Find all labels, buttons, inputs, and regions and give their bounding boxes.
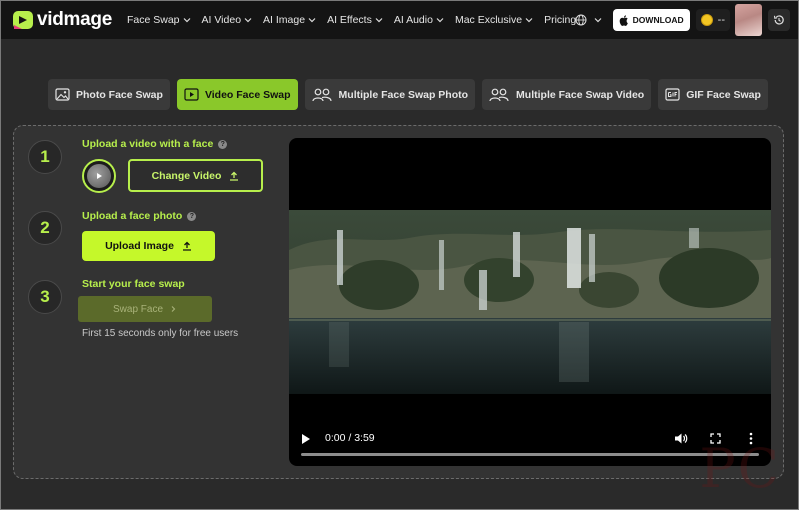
- mode-tabs: Photo Face Swap Video Face Swap Multiple…: [48, 79, 775, 110]
- logo[interactable]: vidmage: [12, 9, 118, 31]
- tab-photo-face-swap[interactable]: Photo Face Swap: [48, 79, 170, 110]
- play-icon[interactable]: [301, 433, 311, 445]
- thumbnail-image: [87, 164, 111, 188]
- upload-icon: [182, 241, 191, 251]
- swap-face-button[interactable]: Swap Face: [78, 296, 212, 322]
- download-label: DOWNLOAD: [632, 15, 684, 25]
- chevron-down-icon: [183, 18, 190, 23]
- credits-value: --: [717, 14, 725, 26]
- coin-icon: [700, 14, 713, 26]
- video-frame: [289, 210, 771, 394]
- step-1-title: Upload a video with a face ?: [82, 138, 228, 150]
- image-icon: [55, 88, 70, 101]
- video-player[interactable]: 0:00 / 3:59: [289, 138, 771, 466]
- nav-item-ai-effects[interactable]: AI Effects: [327, 14, 383, 26]
- help-icon[interactable]: ?: [218, 139, 228, 149]
- volume-icon[interactable]: [674, 432, 688, 445]
- users-icon: [489, 88, 509, 101]
- credits-indicator[interactable]: --: [695, 9, 730, 31]
- change-video-button[interactable]: Change Video: [128, 159, 263, 192]
- tab-label: Multiple Face Swap Video: [516, 88, 645, 101]
- chevron-down-icon: [308, 18, 316, 23]
- tab-label: Multiple Face Swap Photo: [338, 88, 469, 101]
- video-thumbnail[interactable]: [82, 159, 116, 193]
- language-selector[interactable]: [575, 14, 603, 26]
- nav-item-ai-video[interactable]: AI Video: [202, 14, 253, 26]
- nav-right: DOWNLOAD --: [575, 1, 790, 39]
- chevron-down-icon: [436, 18, 444, 23]
- nav-item-label: Face Swap: [127, 14, 180, 26]
- nav-item-label: Pricing: [544, 14, 577, 26]
- nav-item-face-swap[interactable]: Face Swap: [127, 14, 191, 26]
- chevron-down-icon: [525, 18, 533, 23]
- step-2-title-text: Upload a face photo: [82, 210, 183, 222]
- chevron-right-icon: [171, 306, 176, 312]
- step-1-number: 1: [28, 140, 62, 174]
- play-icon: [97, 173, 102, 179]
- gif-icon: [665, 88, 680, 101]
- tab-multiple-face-swap-photo[interactable]: Multiple Face Swap Photo: [304, 79, 476, 110]
- top-nav: vidmage Face Swap AI Video AI Image AI E…: [1, 1, 798, 39]
- step-3-number: 3: [28, 280, 62, 314]
- upload-image-button[interactable]: Upload Image: [82, 231, 215, 261]
- tab-video-face-swap[interactable]: Video Face Swap: [176, 79, 298, 110]
- tab-gif-face-swap[interactable]: GIF Face Swap: [658, 79, 768, 110]
- nav-item-pricing[interactable]: Pricing: [544, 14, 576, 26]
- change-video-label: Change Video: [151, 169, 222, 182]
- tab-multiple-face-swap-video[interactable]: Multiple Face Swap Video: [482, 79, 652, 110]
- step-2-number: 2: [28, 211, 62, 245]
- chevron-down-icon: [375, 18, 383, 23]
- nav-item-ai-audio[interactable]: AI Audio: [394, 14, 444, 26]
- face-swap-panel: 1 Upload a video with a face ? Change Vi…: [13, 125, 784, 479]
- tab-label: Video Face Swap: [204, 88, 291, 101]
- main-menu: Face Swap AI Video AI Image AI Effects A…: [127, 14, 587, 26]
- nav-item-mac-exclusive[interactable]: Mac Exclusive: [455, 14, 533, 26]
- tab-label: GIF Face Swap: [686, 88, 761, 101]
- tab-label: Photo Face Swap: [76, 88, 163, 101]
- logo-text: vidmage: [37, 9, 112, 30]
- video-progress-bar[interactable]: [301, 453, 759, 456]
- free-user-note: First 15 seconds only for free users: [82, 328, 239, 339]
- chevron-down-icon: [244, 18, 252, 23]
- player-time: 0:00 / 3:59: [325, 432, 375, 444]
- apple-icon: [619, 14, 628, 26]
- step-2-title: Upload a face photo ?: [82, 210, 197, 222]
- upload-icon: [230, 171, 239, 181]
- swap-face-label: Swap Face: [112, 303, 164, 315]
- globe-icon: [575, 14, 587, 26]
- nav-item-label: AI Effects: [327, 14, 372, 26]
- help-icon[interactable]: ?: [187, 211, 197, 221]
- step-3-title: Start your face swap: [82, 278, 185, 290]
- nav-item-label: AI Image: [263, 14, 306, 26]
- history-button[interactable]: [768, 9, 790, 31]
- chevron-down-icon: [594, 18, 602, 23]
- video-icon: [184, 88, 199, 101]
- nav-item-ai-image[interactable]: AI Image: [263, 14, 316, 26]
- users-icon: [311, 88, 332, 101]
- history-icon: [773, 15, 784, 25]
- watermark-logo: PC: [699, 437, 781, 500]
- download-button[interactable]: DOWNLOAD: [612, 9, 690, 31]
- upload-image-label: Upload Image: [105, 240, 174, 252]
- nav-item-label: AI Audio: [393, 14, 433, 26]
- step-1-title-text: Upload a video with a face: [82, 138, 214, 150]
- nav-item-label: Mac Exclusive: [454, 14, 523, 26]
- step-3-title-text: Start your face swap: [82, 278, 185, 290]
- nav-item-label: AI Video: [201, 14, 242, 26]
- vidmage-logo-icon: [13, 11, 33, 29]
- avatar[interactable]: [735, 4, 762, 36]
